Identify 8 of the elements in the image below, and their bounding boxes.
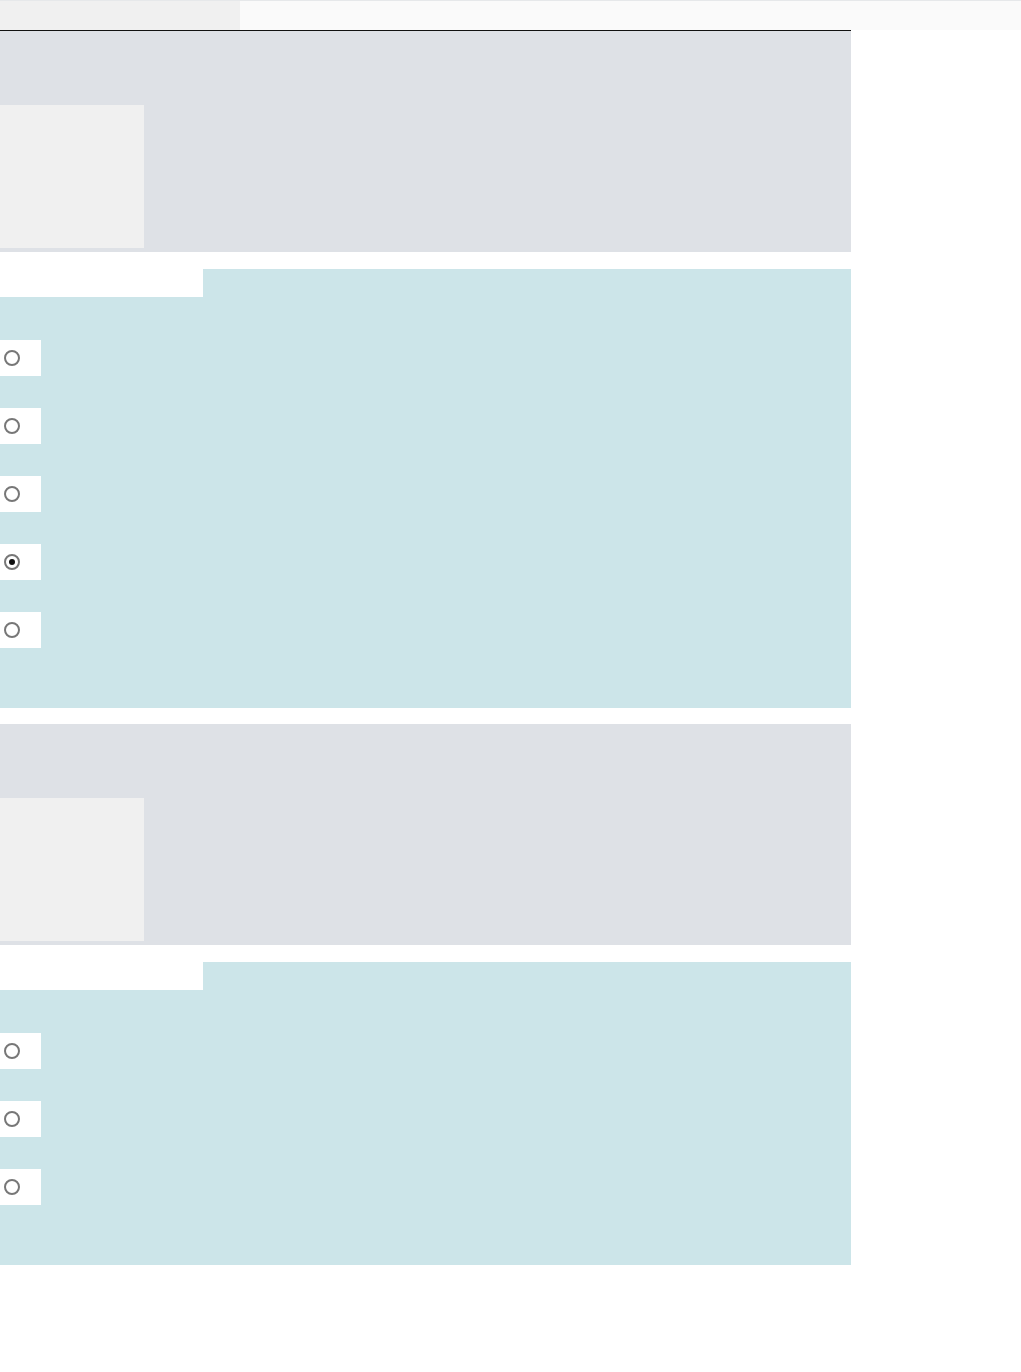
radio-button[interactable] <box>0 1101 41 1137</box>
radio-button[interactable] <box>0 1033 41 1069</box>
radio-button[interactable] <box>0 476 41 512</box>
radio-button[interactable] <box>0 1169 41 1205</box>
radio-button[interactable] <box>0 408 41 444</box>
radio-button[interactable] <box>0 544 41 580</box>
radio-button[interactable] <box>0 340 41 376</box>
radio-button[interactable] <box>0 612 41 648</box>
